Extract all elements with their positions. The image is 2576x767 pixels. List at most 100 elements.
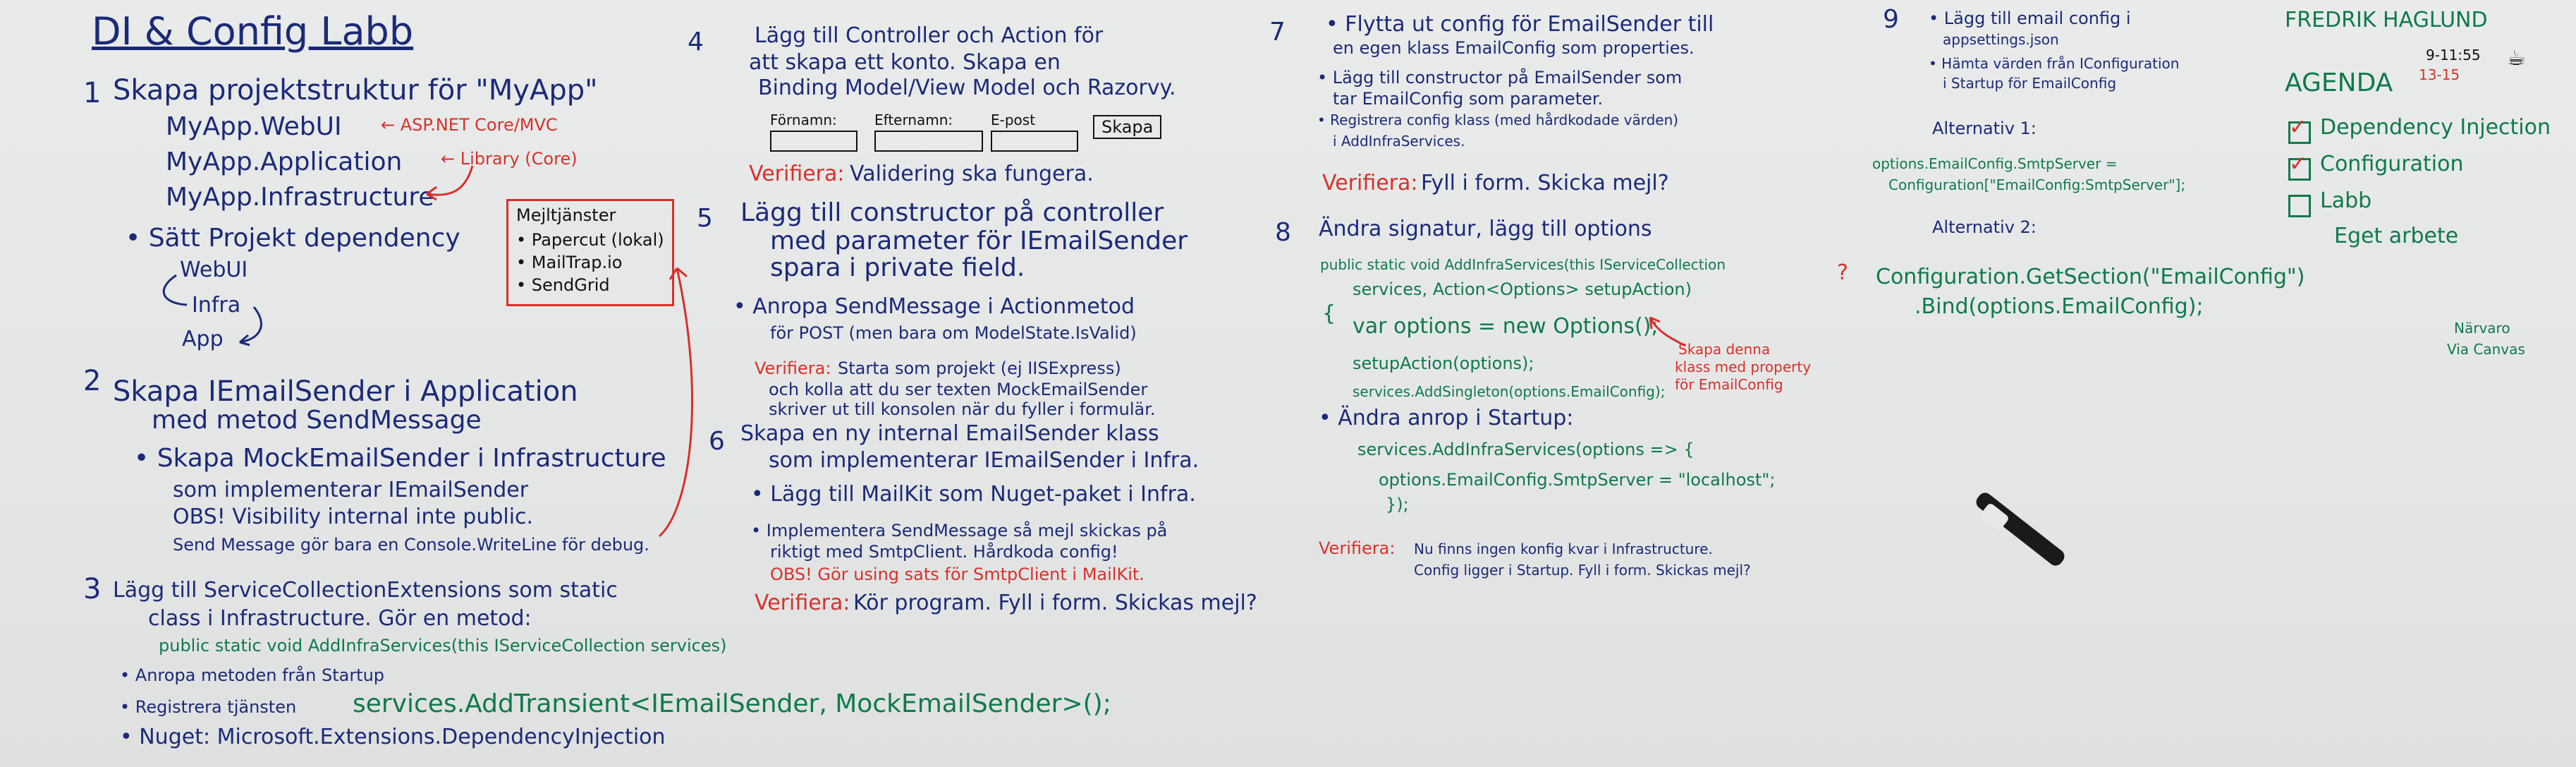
form-lastname-field — [874, 131, 983, 152]
sec8-code6: services.AddSingleton(options.EmailConfi… — [1353, 383, 1666, 400]
sec5-line3: spara i private field. — [770, 253, 1025, 282]
sec5-verify-line2: och kolla att du ser texten MockEmailSen… — [769, 380, 1148, 399]
sec6-line5: riktigt med SmtpClient. Hårdkoda config! — [770, 542, 1118, 562]
sec8-line2: • Ändra anrop i Startup: — [1319, 406, 1574, 430]
sec6-line3-text: Lägg till MailKit som Nuget-paket i Infr… — [770, 482, 1196, 507]
sec2-line1: Skapa IEmailSender i Application — [113, 375, 578, 408]
sec4-line3: Binding Model/View Model och Razorvy. — [758, 76, 1176, 100]
sec5-verify-line3: skriver ut till konsolen när du fyller i… — [769, 399, 1156, 419]
form-label-firstname: Förnamn: — [770, 111, 837, 128]
note-aspnet-text: ASP.NET Core/MVC — [400, 115, 558, 135]
sec3-line5: • Registrera tjänsten — [120, 697, 297, 717]
agenda-time-morning: 9-11:55 — [2426, 47, 2481, 64]
mailbox-item: • MailTrap.io — [516, 253, 623, 272]
project-application: MyApp.Application — [166, 147, 403, 176]
arrow-icon — [426, 165, 474, 201]
form-firstname-field — [770, 131, 857, 152]
sec4-line1: Lägg till Controller och Action för — [755, 23, 1104, 48]
sec3-line5-text: Registrera tjänsten — [135, 697, 297, 717]
agenda-item: Eget arbete — [2334, 224, 2459, 248]
sec9-line3-text: Hämta värden från IConfiguration — [1941, 55, 2180, 72]
sec7-verify-label: Verifiera: — [1322, 171, 1418, 195]
check-mark-icon: ✓ — [2289, 152, 2307, 176]
sec7-line1-text: Flytta ut config för EmailSender till — [1345, 12, 1714, 37]
sec9-alt2-code2: .Bind(options.EmailConfig); — [1915, 294, 2204, 319]
sec2-line5: OBS! Visibility internal inte public. — [173, 505, 534, 529]
mailbox-title: Mejltjänster — [516, 205, 616, 225]
mailbox-item: • SendGrid — [516, 275, 610, 295]
sec4-verify-text: Validering ska fungera. — [850, 162, 1094, 186]
board-title: DI & Config Labb — [92, 9, 414, 54]
sec7-line1: • Flytta ut config för EmailSender till — [1326, 12, 1714, 37]
sec1-number: 1 — [83, 77, 102, 109]
sec9-alt1-code1: options.EmailConfig.SmtpServer = — [1872, 155, 2118, 172]
sec8-code3: { — [1322, 301, 1336, 326]
sec9-alt1: Alternativ 1: — [1932, 119, 2037, 138]
sec8-code4: var options = new Options(); — [1353, 314, 1659, 339]
form-submit-button: Skapa — [1093, 115, 1162, 139]
sec8-line1: Ändra signatur, lägg till options — [1319, 217, 1652, 241]
sec8-verify-label: Verifiera: — [1319, 538, 1396, 558]
agenda-item: Dependency Injection — [2320, 115, 2551, 140]
sec3-number: 3 — [83, 573, 102, 605]
sec8-line2-text: Ändra anrop i Startup: — [1338, 406, 1574, 430]
form-label-lastname: Efternamn: — [874, 111, 953, 128]
sec7-line3-text: Lägg till constructor på EmailSender som — [1332, 68, 1683, 87]
sec5-line2: med parameter för IEmailSender — [770, 227, 1188, 255]
sec9-line3: • Hämta värden från IConfiguration — [1929, 55, 2180, 72]
agenda-time-afternoon: 13-15 — [2419, 66, 2460, 83]
sec7-number: 7 — [1269, 18, 1286, 47]
sec6-line4: • Implementera SendMessage så mejl skick… — [751, 521, 1168, 540]
sec2-number: 2 — [83, 365, 102, 397]
sec5-line4-text: Anropa SendMessage i Actionmetod — [752, 294, 1135, 319]
sec9-alt2: Alternativ 2: — [1932, 217, 2037, 237]
sec6-number: 6 — [709, 427, 725, 456]
sec6-line1: Skapa en ny internal EmailSender klass — [740, 421, 1159, 446]
sec8-code5: setupAction(options); — [1353, 354, 1534, 373]
sec6-verify-label: Verifiera: — [755, 591, 850, 615]
form-label-email: E-post — [991, 111, 1036, 128]
sec3-line6-text: Nuget: Microsoft.Extensions.DependencyIn… — [139, 725, 666, 749]
sec3-line2: class i Infrastructure. Gör en metod: — [148, 606, 532, 631]
mailbox-item: • Papercut (lokal) — [516, 230, 664, 250]
sec3-line3: public static void AddInfraServices(this… — [159, 636, 727, 656]
sec2-line3-text: Skapa MockEmailSender i Infrastructure — [157, 444, 666, 473]
sec8-number: 8 — [1275, 218, 1291, 247]
mailbox-item-text: Papercut (lokal) — [531, 230, 664, 250]
note-arrow-icon — [1649, 316, 1686, 347]
sec5-verify-label: Verifiera: — [755, 358, 831, 378]
sec7-line5: • Registrera config klass (med hårdkodad… — [1317, 111, 1679, 128]
project-infrastructure: MyApp.Infrastructure — [166, 183, 434, 212]
sec9-alt2-code1: Configuration.GetSection("EmailConfig") — [1876, 265, 2305, 289]
sec4-verify-label: Verifiera: — [749, 162, 845, 186]
sec3-line1: Lägg till ServiceCollectionExtensions so… — [113, 578, 618, 603]
sec9-alt1-code2: Configuration["EmailConfig:SmtpServer"]; — [1888, 176, 2186, 193]
sec7-verify-text: Fyll i form. Skicka mejl? — [1421, 171, 1669, 195]
coffee-cup-icon: ☕ — [2507, 46, 2526, 71]
marker-pen-icon — [1973, 490, 2068, 569]
sec7-line3: • Lägg till constructor på EmailSender s… — [1317, 68, 1683, 87]
sec1-dependency-text: Sätt Projekt dependency — [148, 224, 460, 253]
sec1-dependency: • Sätt Projekt dependency — [126, 224, 460, 253]
sec2-line6: Send Message gör bara en Console.WriteLi… — [173, 535, 649, 555]
sec8-code1: public static void AddInfraServices(this… — [1320, 256, 1726, 273]
sec8-code2: services, Action<Options> setupAction) — [1353, 279, 1692, 299]
sec9-line4: i Startup för EmailConfig — [1943, 75, 2117, 92]
whiteboard: DI & Config Labb 1 Skapa projektstruktur… — [0, 0, 2576, 767]
agenda-checkbox-icon — [2288, 195, 2311, 217]
project-webui: MyApp.WebUI — [166, 112, 342, 141]
mailbox-arrow-icon — [659, 267, 694, 538]
sec3-line4: • Anropa metoden från Startup — [120, 665, 385, 685]
sec8-verify-line1: Nu finns ingen konfig kvar i Infrastruct… — [1414, 540, 1713, 557]
attendance-note-line2: Via Canvas — [2447, 341, 2525, 358]
sec9-number: 9 — [1883, 5, 1899, 34]
sec6-line2: som implementerar IEmailSender i Infra. — [769, 448, 1200, 473]
agenda-item: Labb — [2320, 188, 2372, 213]
sec9-line2: appsettings.json — [1943, 31, 2059, 48]
agenda-item: Configuration — [2320, 152, 2464, 176]
sec8-code9: }); — [1386, 495, 1409, 514]
sec3-line6: • Nuget: Microsoft.Extensions.Dependency… — [120, 725, 666, 749]
sec3-code: services.AddTransient<IEmailSender, Mock… — [353, 689, 1111, 718]
sec7-line4: tar EmailConfig som parameter. — [1333, 89, 1604, 109]
form-email-field — [991, 131, 1078, 152]
